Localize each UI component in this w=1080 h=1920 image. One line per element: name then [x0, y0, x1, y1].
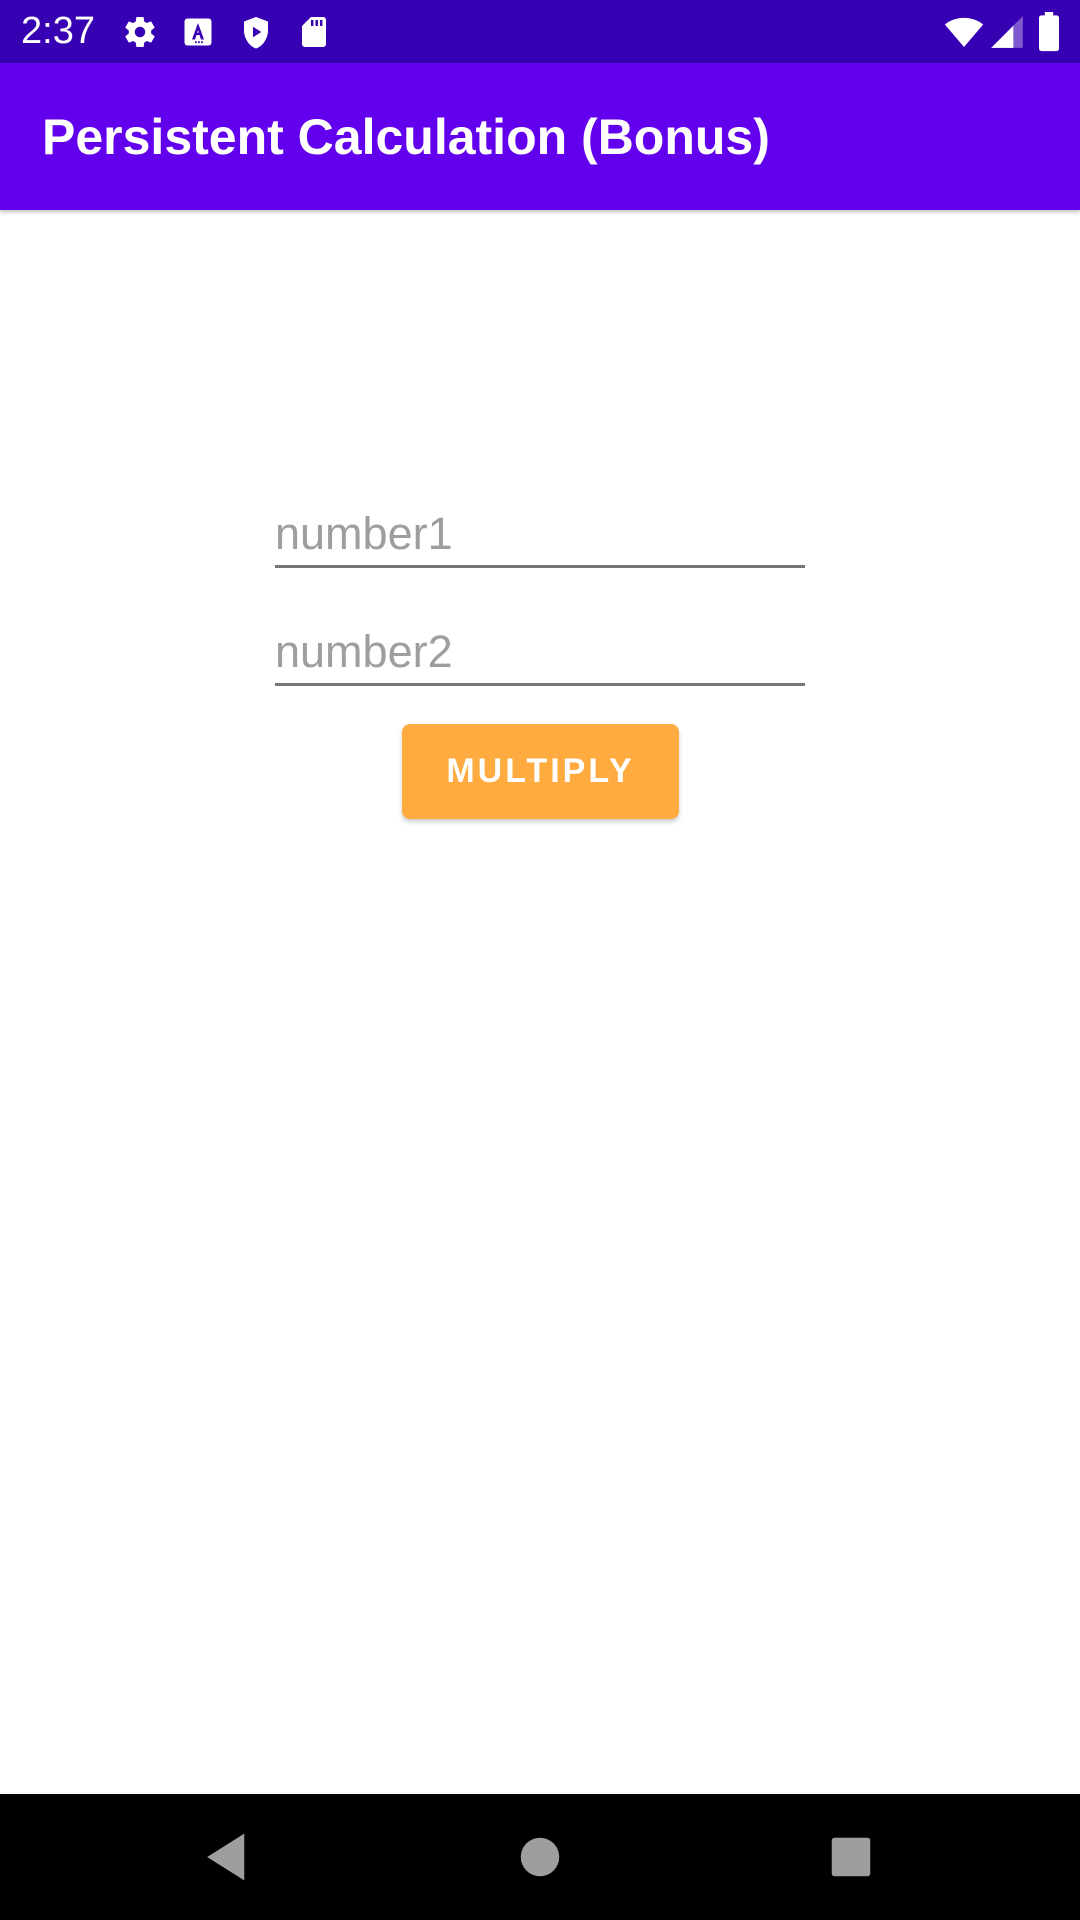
number2-field-container — [275, 620, 805, 690]
number1-field-container — [275, 502, 805, 572]
a-notification-icon — [184, 18, 212, 46]
app-title: Persistent Calculation (Bonus) — [42, 109, 770, 165]
wifi-icon — [944, 17, 984, 47]
sd-card-icon — [302, 17, 326, 47]
battery-icon — [1039, 12, 1059, 52]
number2-input[interactable] — [275, 620, 805, 686]
navigation-bar — [0, 1794, 1080, 1920]
status-bar: 2:37 — [0, 0, 1080, 63]
screen: 2:37 Persistent Calculation (Bonus) numb… — [0, 0, 1080, 1920]
back-icon[interactable] — [192, 1824, 258, 1890]
multiply-button[interactable]: MULTIPLY — [402, 724, 679, 819]
home-icon[interactable] — [507, 1824, 573, 1890]
recents-icon[interactable] — [818, 1824, 884, 1890]
number1-input[interactable] — [275, 502, 805, 568]
signal-icon — [991, 16, 1023, 48]
status-time: 2:37 — [21, 10, 95, 52]
settings-icon — [125, 17, 155, 48]
shield-play-icon — [244, 17, 268, 49]
app-bar: Persistent Calculation (Bonus) — [0, 63, 1080, 210]
